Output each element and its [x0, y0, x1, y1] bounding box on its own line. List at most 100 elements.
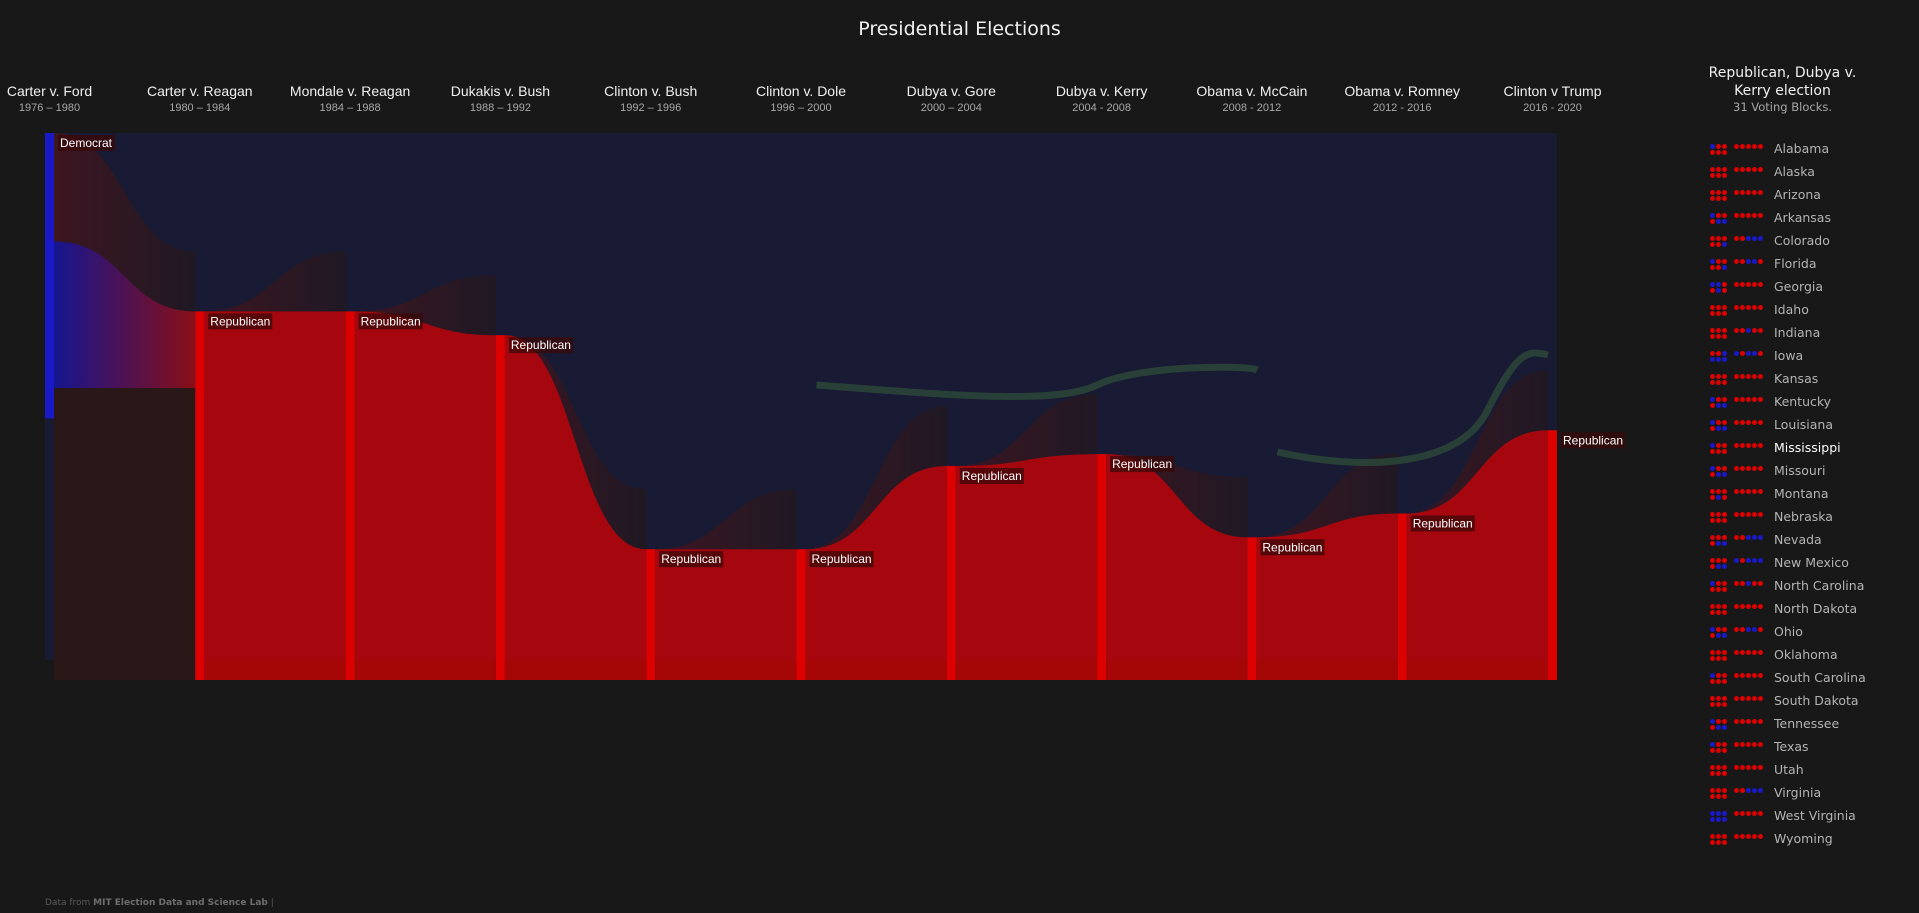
node-democrat-0[interactable] [45, 133, 54, 419]
node-republican-10[interactable] [1548, 430, 1557, 680]
column-title: Dubya v. Kerry [1056, 83, 1148, 99]
legend-state-row[interactable]: North Carolina [1710, 576, 1864, 594]
legend-state-row[interactable]: Florida [1710, 254, 1817, 272]
election-dot [1716, 380, 1721, 385]
legend-state-row[interactable]: Indiana [1710, 323, 1820, 341]
election-dot [1710, 144, 1715, 149]
legend-state-name: South Carolina [1774, 669, 1866, 685]
node-republican-2[interactable] [345, 311, 355, 680]
legend-state-name: Georgia [1774, 278, 1824, 294]
legend-state-row[interactable]: Texas [1710, 737, 1809, 755]
node-republican-4[interactable] [646, 549, 656, 680]
election-history-dots [1710, 325, 1772, 339]
legend-state-row[interactable]: North Dakota [1710, 599, 1857, 617]
node-republican-8[interactable] [1247, 537, 1257, 680]
election-dot [1710, 719, 1715, 724]
legend-state-row[interactable]: West Virginia [1710, 806, 1856, 824]
legend-state-row[interactable]: Louisiana [1710, 415, 1833, 433]
election-dot [1740, 282, 1745, 287]
column-title: Obama v. McCain [1196, 83, 1307, 99]
legend-state-name: Colorado [1774, 232, 1830, 248]
node-republican-7[interactable] [1097, 454, 1107, 680]
legend-state-row[interactable]: Nebraska [1710, 507, 1833, 525]
election-dot [1722, 725, 1727, 730]
election-dot [1710, 328, 1715, 333]
election-dot [1710, 679, 1715, 684]
election-dot [1758, 673, 1763, 678]
election-dot [1716, 420, 1721, 425]
legend-state-row[interactable]: Virginia [1710, 783, 1821, 801]
election-dot [1734, 351, 1739, 356]
election-dot [1710, 788, 1715, 793]
election-dot [1746, 466, 1751, 471]
election-dot [1734, 397, 1739, 402]
election-dot [1710, 840, 1715, 845]
election-dot [1716, 265, 1721, 270]
election-dot [1710, 811, 1715, 816]
legend-state-row[interactable]: South Carolina [1710, 668, 1866, 686]
election-dot [1752, 650, 1757, 655]
election-dot [1746, 673, 1751, 678]
legend-state-row[interactable]: South Dakota [1710, 691, 1859, 709]
election-dot [1752, 811, 1757, 816]
legend-state-row[interactable]: Kentucky [1710, 392, 1831, 410]
footer-prefix: Data from [45, 898, 91, 908]
legend-state-row[interactable]: Alaska [1710, 162, 1815, 180]
election-dot [1734, 167, 1739, 172]
node-label: Republican [210, 314, 270, 328]
legend-state-row[interactable]: Idaho [1710, 300, 1809, 318]
election-dot [1740, 443, 1745, 448]
legend-state-row[interactable]: Ohio [1710, 622, 1803, 640]
legend-state-row[interactable]: Georgia [1710, 277, 1823, 295]
flow-band [655, 549, 797, 680]
election-dot [1752, 351, 1757, 356]
node-republican-5[interactable] [796, 549, 806, 680]
legend-state-row[interactable]: Wyoming [1710, 829, 1833, 847]
node-republican-9[interactable] [1397, 513, 1407, 680]
legend-state-row[interactable]: Missouri [1710, 461, 1825, 479]
election-dot [1716, 426, 1721, 431]
election-dot [1740, 351, 1745, 356]
legend-state-row[interactable]: Iowa [1710, 346, 1803, 364]
flow-band [1256, 513, 1398, 680]
election-dot [1722, 610, 1727, 615]
election-dot [1710, 380, 1715, 385]
election-dot [1758, 328, 1763, 333]
column-title: Carter v. Reagan [147, 83, 253, 99]
legend-state-row[interactable]: Nevada [1710, 530, 1822, 548]
legend-state-row[interactable]: Kansas [1710, 369, 1818, 387]
election-dot [1734, 305, 1739, 310]
column-title: Clinton v. Bush [604, 83, 697, 99]
flow-band [204, 311, 346, 680]
legend-state-row[interactable]: Oklahoma [1710, 645, 1838, 663]
legend-state-row[interactable]: Alabama [1710, 139, 1829, 157]
legend-state-row[interactable]: New Mexico [1710, 553, 1849, 571]
election-dot [1722, 351, 1727, 356]
node-republican-1[interactable] [195, 311, 205, 680]
election-dot [1746, 305, 1751, 310]
election-history-dots [1710, 256, 1772, 270]
legend-state-row[interactable]: Arkansas [1710, 208, 1831, 226]
election-dot [1758, 190, 1763, 195]
election-history-dots [1710, 739, 1772, 753]
election-dot [1710, 443, 1715, 448]
election-dot [1740, 535, 1745, 540]
legend-state-row[interactable]: Tennessee [1710, 714, 1839, 732]
election-dot [1740, 213, 1745, 218]
node-republican-3[interactable] [495, 335, 505, 680]
legend-state-row[interactable]: Arizona [1710, 185, 1821, 203]
legend-state-row[interactable]: Colorado [1710, 231, 1830, 249]
node-republican-6[interactable] [946, 465, 956, 680]
election-dot [1746, 696, 1751, 701]
legend-state-row[interactable]: Montana [1710, 484, 1829, 502]
election-dot [1746, 259, 1751, 264]
election-dot [1716, 259, 1721, 264]
legend-state-row[interactable]: Mississippi [1710, 438, 1841, 456]
election-dot [1710, 334, 1715, 339]
election-dot [1752, 788, 1757, 793]
footer-source-link[interactable]: MIT Election Data and Science Lab [93, 898, 268, 908]
election-dot [1752, 558, 1757, 563]
election-dot [1716, 512, 1721, 517]
legend-state-row[interactable]: Utah [1710, 760, 1804, 778]
election-dot [1722, 466, 1727, 471]
